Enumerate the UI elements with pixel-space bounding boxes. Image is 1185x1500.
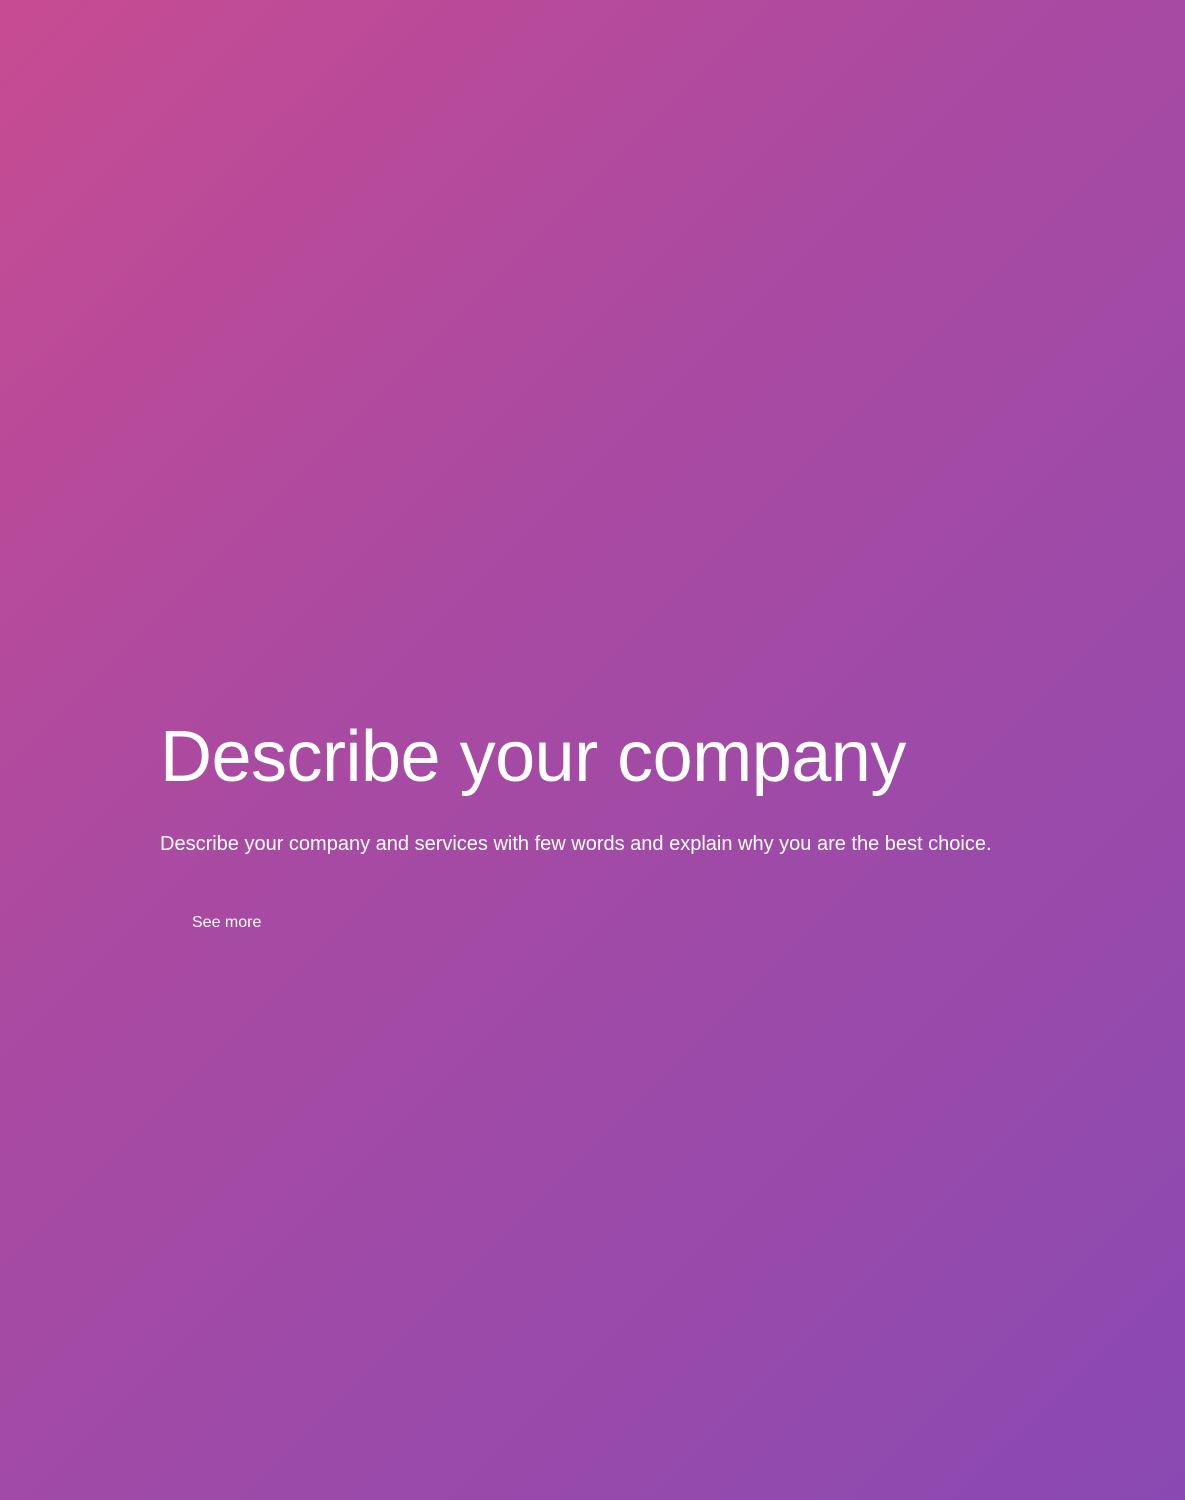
see-more-button[interactable]: See more: [160, 899, 293, 947]
hero-content: Describe your company Describe your comp…: [160, 715, 1060, 947]
hero-subtitle: Describe your company and services with …: [160, 833, 992, 855]
hero-title: Describe your company: [160, 717, 906, 797]
hero-section: Describe your company Describe your comp…: [0, 0, 1185, 1500]
